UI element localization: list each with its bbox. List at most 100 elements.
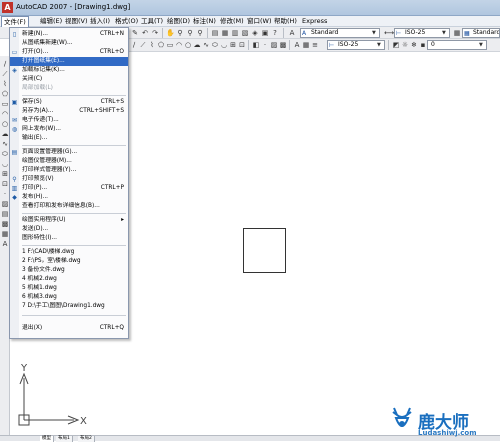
menu-item-partial-load[interactable]: 局部加载(L) bbox=[10, 84, 128, 93]
rectangle-icon[interactable]: ▭ bbox=[1, 100, 9, 108]
menu-item-save-as[interactable]: 另存为(A)... CTRL+SHIFT+S bbox=[10, 107, 128, 116]
drawn-rectangle[interactable] bbox=[243, 228, 286, 273]
quickcalc-icon[interactable]: ▣ bbox=[261, 29, 269, 37]
insert-block-icon[interactable]: ⊞ bbox=[1, 170, 9, 178]
polygon-icon[interactable]: ⬠ bbox=[1, 90, 9, 98]
make-block-icon[interactable]: ⊡ bbox=[1, 180, 9, 188]
menu-item-send[interactable]: 发送(D)... bbox=[10, 225, 128, 234]
table-icon[interactable]: ▦ bbox=[1, 230, 9, 238]
table-style-icon[interactable]: ▦ bbox=[453, 29, 461, 37]
table-icon[interactable]: ▦ bbox=[302, 41, 310, 49]
menu-item-open-sheetset[interactable]: 打开图纸集(E)... bbox=[10, 57, 128, 66]
construction-line-icon[interactable]: ⟋ bbox=[1, 70, 9, 78]
zoom-previous-icon[interactable]: ⚲ bbox=[196, 29, 204, 37]
region-icon[interactable]: ▩ bbox=[1, 220, 9, 228]
dim-style-select[interactable]: ⊢ ISO-25 ▼ bbox=[394, 28, 450, 38]
mtext-icon[interactable]: A bbox=[1, 240, 9, 248]
hatch-icon[interactable]: ▨ bbox=[1, 200, 9, 208]
menu-item-export[interactable]: 输出(E)... bbox=[10, 134, 128, 143]
line-icon[interactable]: ∕ bbox=[1, 60, 9, 68]
ellipse-arc-icon[interactable]: ◡ bbox=[220, 41, 228, 49]
menu-format[interactable]: 格式(O) bbox=[113, 17, 140, 26]
menu-item-recent-file[interactable]: 2 F:\PS，室\楼梯.dwg bbox=[10, 257, 128, 266]
arc-icon[interactable]: ◠ bbox=[175, 41, 183, 49]
menu-draw[interactable]: 绘图(D) bbox=[165, 17, 192, 26]
markup-set-icon[interactable]: ◈ bbox=[251, 29, 259, 37]
menu-view[interactable]: 视图(V) bbox=[63, 17, 90, 26]
arc-icon[interactable]: ◠ bbox=[1, 110, 9, 118]
menu-item-publish[interactable]: ◆ 发布(H)... bbox=[10, 193, 128, 202]
circle-icon[interactable]: ○ bbox=[1, 120, 9, 128]
circle-icon[interactable]: ○ bbox=[184, 41, 192, 49]
menu-item-publish-web[interactable]: ◍ 网上发布(W)... bbox=[10, 125, 128, 134]
ellipse-arc-icon[interactable]: ◡ bbox=[1, 160, 9, 168]
menu-express[interactable]: Express bbox=[300, 17, 329, 26]
text-style-icon[interactable]: A bbox=[288, 29, 296, 37]
polygon-icon[interactable]: ⬠ bbox=[157, 41, 165, 49]
point-icon[interactable]: · bbox=[1, 190, 9, 198]
menu-modify[interactable]: 修改(M) bbox=[218, 17, 246, 26]
line-icon[interactable]: ∕ bbox=[130, 41, 138, 49]
menu-item-plot-style-manager[interactable]: 打印样式管理器(Y)... bbox=[10, 166, 128, 175]
rectangle-icon[interactable]: ▭ bbox=[166, 41, 174, 49]
properties-icon[interactable]: ✎ bbox=[131, 29, 139, 37]
designcenter-icon[interactable]: ▦ bbox=[221, 29, 229, 37]
menu-item-open[interactable]: ▭ 打开(O)... CTRL+O bbox=[10, 48, 128, 57]
menu-item-recent-file[interactable]: 5 机械1.dwg bbox=[10, 284, 128, 293]
dim-style-select-2[interactable]: ⊢ ISO-25 ▼ bbox=[327, 40, 385, 50]
menu-item-plotter-manager[interactable]: 绘图仪管理器(M)... bbox=[10, 157, 128, 166]
make-block-icon[interactable]: ⊡ bbox=[238, 41, 246, 49]
menu-item-etransmit[interactable]: ✉ 电子传递(T)... bbox=[10, 116, 128, 125]
menu-edit[interactable]: 编辑(E) bbox=[38, 17, 64, 26]
menu-item-drawing-properties[interactable]: 图形特性(I)... bbox=[10, 234, 128, 243]
menu-item-recent-file[interactable]: 7 D:\手工\图图\Drawing1.dwg bbox=[10, 302, 128, 311]
mtext-icon[interactable]: A bbox=[293, 41, 301, 49]
menu-item-save[interactable]: ▣ 保存(S) CTRL+S bbox=[10, 98, 128, 107]
hatch-icon[interactable]: ▨ bbox=[270, 41, 278, 49]
menu-item-page-setup[interactable]: ▤ 页面设置管理器(G)... bbox=[10, 148, 128, 157]
layer-manager-icon[interactable]: ◧ bbox=[252, 41, 260, 49]
menu-item-recent-file[interactable]: 3 备份文件.dwg bbox=[10, 266, 128, 275]
spline-icon[interactable]: ∿ bbox=[202, 41, 210, 49]
menu-help[interactable]: 帮助(H) bbox=[272, 17, 299, 26]
autocad-app-icon[interactable]: A bbox=[2, 2, 13, 13]
gradient-icon[interactable]: ▤ bbox=[1, 210, 9, 218]
sheet-set-icon[interactable]: ▧ bbox=[241, 29, 249, 37]
zoom-window-icon[interactable]: ⚲ bbox=[186, 29, 194, 37]
polyline-icon[interactable]: ⌇ bbox=[1, 80, 9, 88]
text-style-select[interactable]: A Standard ▼ bbox=[300, 28, 380, 38]
revcloud-icon[interactable]: ☁ bbox=[1, 130, 9, 138]
menu-item-recent-file[interactable]: 4 机械2.dwg bbox=[10, 275, 128, 284]
lightbulb-icon[interactable]: ☼ bbox=[401, 41, 409, 49]
menu-item-print-preview[interactable]: ⚲ 打印预览(V) bbox=[10, 175, 128, 184]
lock-icon[interactable]: ▪ bbox=[419, 41, 427, 49]
menu-item-print[interactable]: ▥ 打印(P)... CTRL+P bbox=[10, 184, 128, 193]
tool-palettes-icon[interactable]: ▥ bbox=[231, 29, 239, 37]
polyline-icon[interactable]: ⌇ bbox=[148, 41, 156, 49]
tab-layout1[interactable]: 布局1 bbox=[56, 436, 73, 442]
table-style-select[interactable]: ▦ Standard bbox=[462, 28, 500, 38]
menu-item-load-markup[interactable]: ◈ 加载标记集(K)... bbox=[10, 66, 128, 75]
menu-window[interactable]: 窗口(W) bbox=[245, 17, 274, 26]
revcloud-icon[interactable]: ☁ bbox=[193, 41, 201, 49]
menu-dimension[interactable]: 标注(N) bbox=[191, 17, 218, 26]
menu-item-new[interactable]: ▯ 新建(N)... CTRL+N bbox=[10, 30, 128, 39]
menu-insert[interactable]: 插入(I) bbox=[88, 17, 112, 26]
layer-properties-icon[interactable]: ◩ bbox=[392, 41, 400, 49]
menu-item-exit[interactable]: 退出(X) CTRL+Q bbox=[10, 324, 128, 333]
region-icon[interactable]: ▩ bbox=[279, 41, 287, 49]
menu-item-plot-details[interactable]: 查看打印和发布详细信息(B)... bbox=[10, 202, 128, 211]
redo-icon[interactable]: ↷ bbox=[151, 29, 159, 37]
menu-item-recent-file[interactable]: 6 机械3.dwg bbox=[10, 293, 128, 302]
pan-icon[interactable]: ✋ bbox=[166, 29, 175, 37]
menu-tools[interactable]: 工具(T) bbox=[139, 17, 165, 26]
help-icon[interactable]: ? bbox=[271, 29, 279, 37]
properties-palette-icon[interactable]: ▤ bbox=[211, 29, 219, 37]
menu-file[interactable]: 文件(F) bbox=[1, 16, 29, 27]
menu-item-drawing-utilities[interactable]: 绘图实用程序(U) ▸ bbox=[10, 216, 128, 225]
ellipse-icon[interactable]: ⬭ bbox=[211, 41, 219, 49]
freeze-icon[interactable]: ❄ bbox=[410, 41, 418, 49]
layer-select[interactable]: 0 ▼ bbox=[427, 40, 487, 50]
multiline-icon[interactable]: ≡ bbox=[311, 41, 319, 49]
menu-item-recent-file[interactable]: 1 F:\CAD\楼梯.dwg bbox=[10, 248, 128, 257]
